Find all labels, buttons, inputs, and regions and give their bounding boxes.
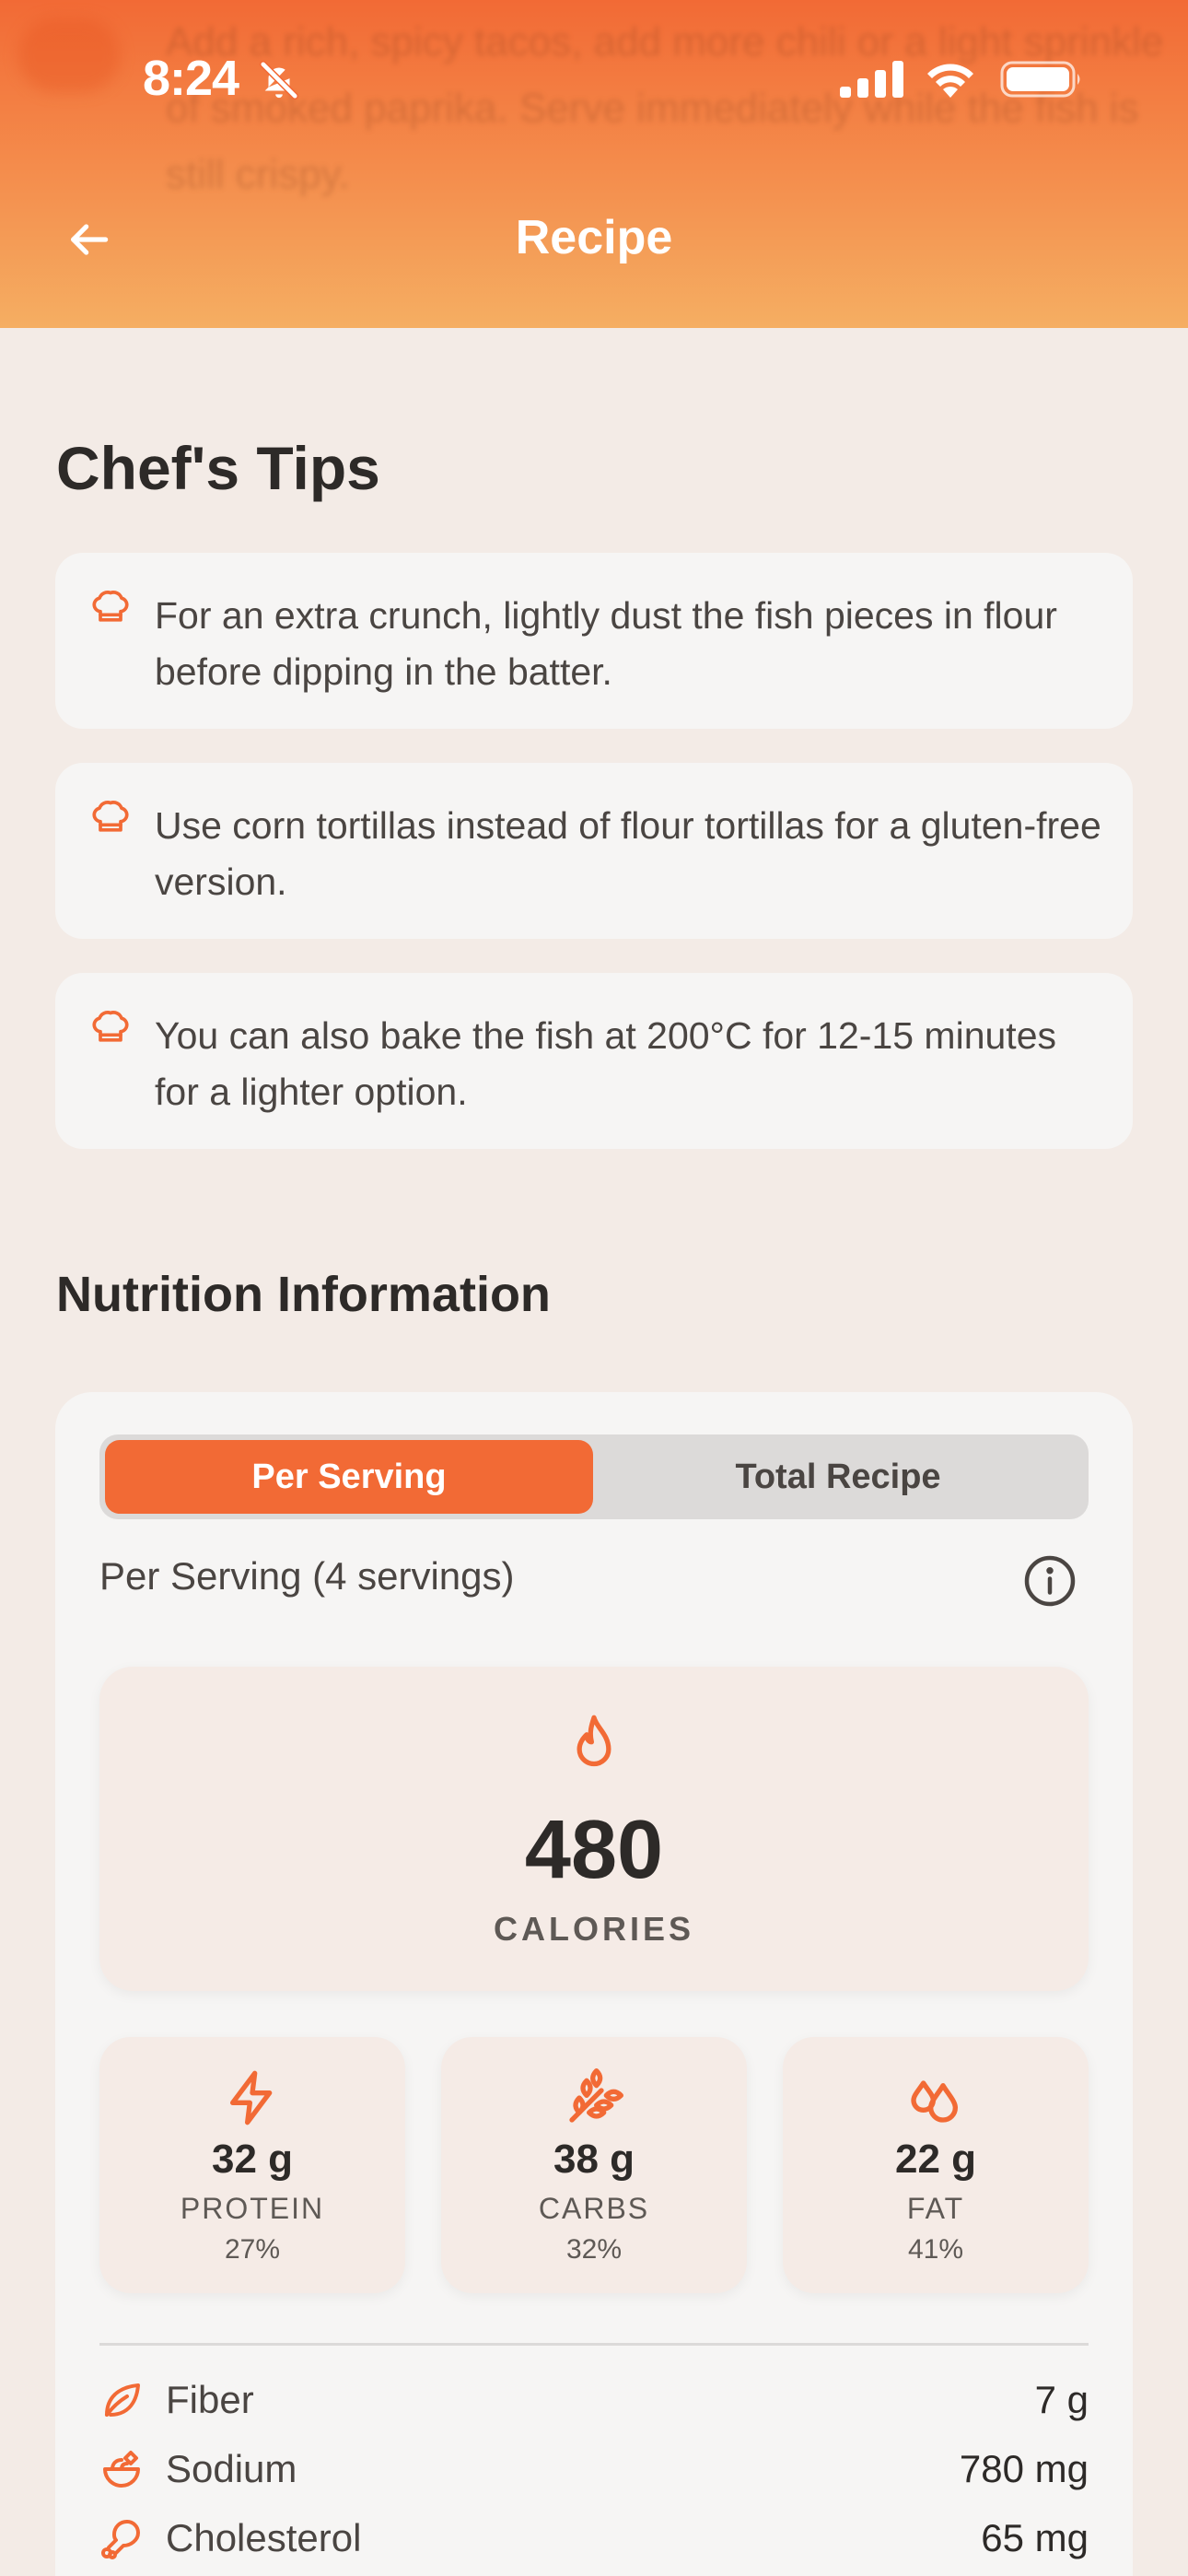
drops-icon bbox=[911, 2080, 958, 2123]
status-time: 8:24 bbox=[143, 51, 239, 106]
wifi-icon bbox=[927, 64, 973, 98]
serving-segmented-control: Per Serving Total Recipe bbox=[99, 1434, 1089, 1519]
macro-card-protein: 32 g PROTEIN 27% bbox=[99, 2037, 405, 2293]
info-icon[interactable] bbox=[1022, 1553, 1077, 1609]
calories-value: 480 bbox=[524, 1804, 664, 1896]
tip-card: You can also bake the fish at 200°C for … bbox=[55, 973, 1133, 1149]
tab-total-recipe[interactable]: Total Recipe bbox=[593, 1440, 1083, 1514]
macro-label: PROTEIN bbox=[180, 2192, 325, 2225]
macro-value: 38 g bbox=[553, 2137, 635, 2182]
nutrient-label: Cholesterol bbox=[166, 2516, 362, 2559]
nutrient-row-sodium: Sodium 780 mg bbox=[99, 2438, 1089, 2502]
nutrient-label: Fiber bbox=[166, 2378, 254, 2421]
divider bbox=[99, 2343, 1089, 2346]
nutrient-value: 65 mg bbox=[981, 2516, 1089, 2559]
drumstick-icon bbox=[101, 2520, 140, 2559]
tip-card: For an extra crunch, lightly dust the fi… bbox=[55, 553, 1133, 729]
nutrient-label: Sodium bbox=[166, 2447, 297, 2490]
battery-icon bbox=[1000, 61, 1080, 98]
calories-box: 480 CALORIES bbox=[99, 1667, 1089, 1991]
macro-card-carbs: 38 g CARBS 32% bbox=[441, 2037, 747, 2293]
nutrient-value: 7 g bbox=[1034, 2378, 1089, 2421]
wheat-icon bbox=[569, 2068, 623, 2123]
bell-slash-icon bbox=[259, 60, 299, 100]
macro-label: FAT bbox=[906, 2192, 965, 2225]
chef-hat-icon bbox=[92, 591, 129, 622]
calories-label: CALORIES bbox=[493, 1910, 694, 1948]
cellular-signal-icon bbox=[840, 61, 903, 98]
macro-percent: 32% bbox=[565, 2234, 623, 2265]
lightning-icon bbox=[230, 2070, 273, 2125]
nutrient-value: 780 mg bbox=[959, 2447, 1089, 2490]
tip-text: For an extra crunch, lightly dust the fi… bbox=[155, 594, 1057, 693]
macro-value: 22 g bbox=[894, 2137, 977, 2182]
macro-percent: 41% bbox=[907, 2234, 964, 2265]
tip-card: Use corn tortillas instead of flour tort… bbox=[55, 763, 1133, 939]
nutrition-heading: Nutrition Information bbox=[56, 1267, 551, 1322]
macro-percent: 27% bbox=[224, 2234, 281, 2265]
nutrition-card: Per Serving Total Recipe Per Serving (4 … bbox=[55, 1392, 1133, 2576]
macro-label: CARBS bbox=[538, 2192, 650, 2225]
salt-bowl-icon bbox=[103, 2451, 140, 2488]
flame-icon bbox=[577, 1715, 611, 1767]
serving-info-text: Per Serving (4 servings) bbox=[99, 1554, 515, 1598]
nutrient-row-cholesterol: Cholesterol 65 mg bbox=[99, 2507, 1089, 2571]
chef-hat-icon bbox=[92, 1011, 129, 1042]
header: Add a rich, spicy tacos, add more chili … bbox=[0, 0, 1188, 328]
tip-text: Use corn tortillas instead of flour tort… bbox=[155, 804, 1101, 903]
chefs-tips-heading: Chef's Tips bbox=[56, 434, 380, 502]
tip-text: You can also bake the fish at 200°C for … bbox=[155, 1014, 1056, 1113]
macro-card-fat: 22 g FAT 41% bbox=[783, 2037, 1089, 2293]
macro-value: 32 g bbox=[211, 2137, 294, 2182]
chef-hat-icon bbox=[92, 801, 129, 832]
status-bar: 8:24 bbox=[0, 0, 1188, 157]
tab-per-serving[interactable]: Per Serving bbox=[105, 1440, 593, 1514]
nutrient-row-fiber: Fiber 7 g bbox=[99, 2369, 1089, 2433]
page-title: Recipe bbox=[515, 211, 673, 264]
leaf-icon bbox=[105, 2383, 140, 2417]
